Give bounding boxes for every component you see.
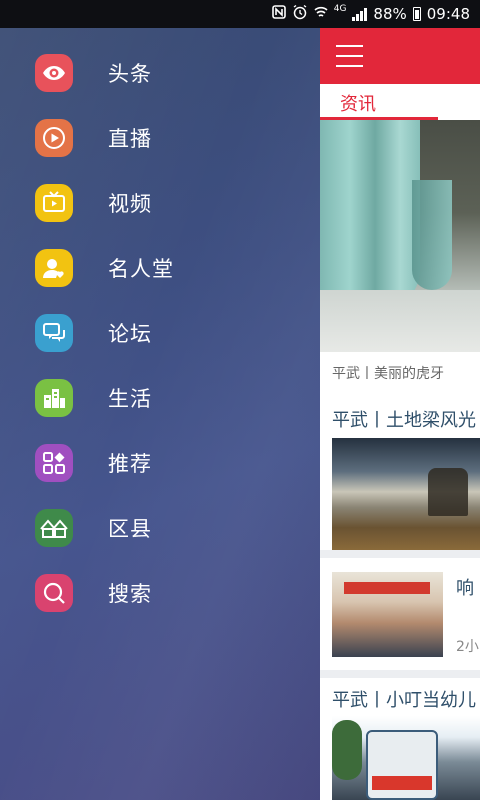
play-icon (35, 119, 73, 157)
snow-ground (320, 290, 480, 352)
bus-shape (366, 730, 438, 800)
tab-news[interactable]: 资讯 (340, 90, 376, 116)
menu-item-label: 区县 (108, 517, 152, 541)
battery-percent: 88% (373, 5, 407, 23)
navigation-drawer: 头条 直播 视频 名人堂 论坛 生活 推荐 区县 搜索 (0, 28, 320, 800)
menu-item-label: 头条 (108, 62, 152, 86)
clock: 09:48 (426, 5, 470, 23)
menu-item-label: 视频 (108, 192, 152, 216)
status-bar: 4G 88% 09:48 (0, 0, 480, 28)
people-silhouette (428, 468, 468, 516)
article-title: 平武丨小叮当幼儿 (332, 690, 476, 711)
menu-item-headlines[interactable]: 头条 (35, 48, 305, 98)
article-image (332, 716, 480, 800)
article-title: 响 (456, 578, 474, 599)
tv-icon (35, 184, 73, 222)
menu-item-districts[interactable]: 区县 (35, 503, 305, 553)
menu-item-hall-of-fame[interactable]: 名人堂 (35, 243, 305, 293)
menu-item-label: 搜索 (108, 582, 152, 606)
menu-item-video[interactable]: 视频 (35, 178, 305, 228)
main-content: 资讯 平武丨美丽的虎牙 平武丨土地梁风光 响 2小 平武丨小叮当幼儿 (320, 28, 480, 800)
menu-icon[interactable] (336, 45, 363, 67)
alarm-icon (292, 4, 308, 24)
city-icon (35, 379, 73, 417)
network-type: 4G (333, 4, 347, 14)
menu-item-forum[interactable]: 论坛 (35, 308, 305, 358)
article-caption: 平武丨美丽的虎牙 (332, 366, 444, 382)
chat-icon (35, 314, 73, 352)
menu-item-label: 生活 (108, 387, 152, 411)
menu-item-life[interactable]: 生活 (35, 373, 305, 423)
menu-item-label: 推荐 (108, 452, 152, 476)
person-heart-icon (35, 249, 73, 287)
app-header (320, 28, 480, 84)
menu-item-label: 直播 (108, 127, 152, 151)
search-icon (35, 574, 73, 612)
article-card[interactable]: 平武丨小叮当幼儿 (320, 678, 480, 800)
article-card[interactable]: 响 2小 (320, 558, 480, 670)
icefall-shape (320, 120, 420, 310)
article-image (332, 438, 480, 550)
houses-icon (35, 509, 73, 547)
menu-item-recommend[interactable]: 推荐 (35, 438, 305, 488)
tree-shape (332, 720, 362, 780)
icefall-shape (412, 180, 452, 290)
article-time: 2小 (456, 639, 479, 655)
menu-item-label: 名人堂 (108, 257, 174, 281)
tab-bar: 资讯 (320, 84, 480, 120)
signal-icon (352, 7, 368, 21)
article-thumbnail (332, 572, 443, 657)
nfc-icon (271, 5, 286, 23)
eye-icon (35, 54, 73, 92)
article-image (320, 120, 480, 352)
banner-shape (344, 582, 430, 594)
menu-item-search[interactable]: 搜索 (35, 568, 305, 618)
article-card[interactable]: 平武丨土地梁风光 (320, 394, 480, 550)
menu-item-live[interactable]: 直播 (35, 113, 305, 163)
article-title: 平武丨土地梁风光 (332, 410, 476, 431)
battery-icon (412, 7, 421, 21)
menu-item-label: 论坛 (108, 322, 152, 346)
wifi-icon (314, 5, 328, 23)
article-card[interactable]: 平武丨美丽的虎牙 (320, 120, 480, 394)
apps-icon (35, 444, 73, 482)
